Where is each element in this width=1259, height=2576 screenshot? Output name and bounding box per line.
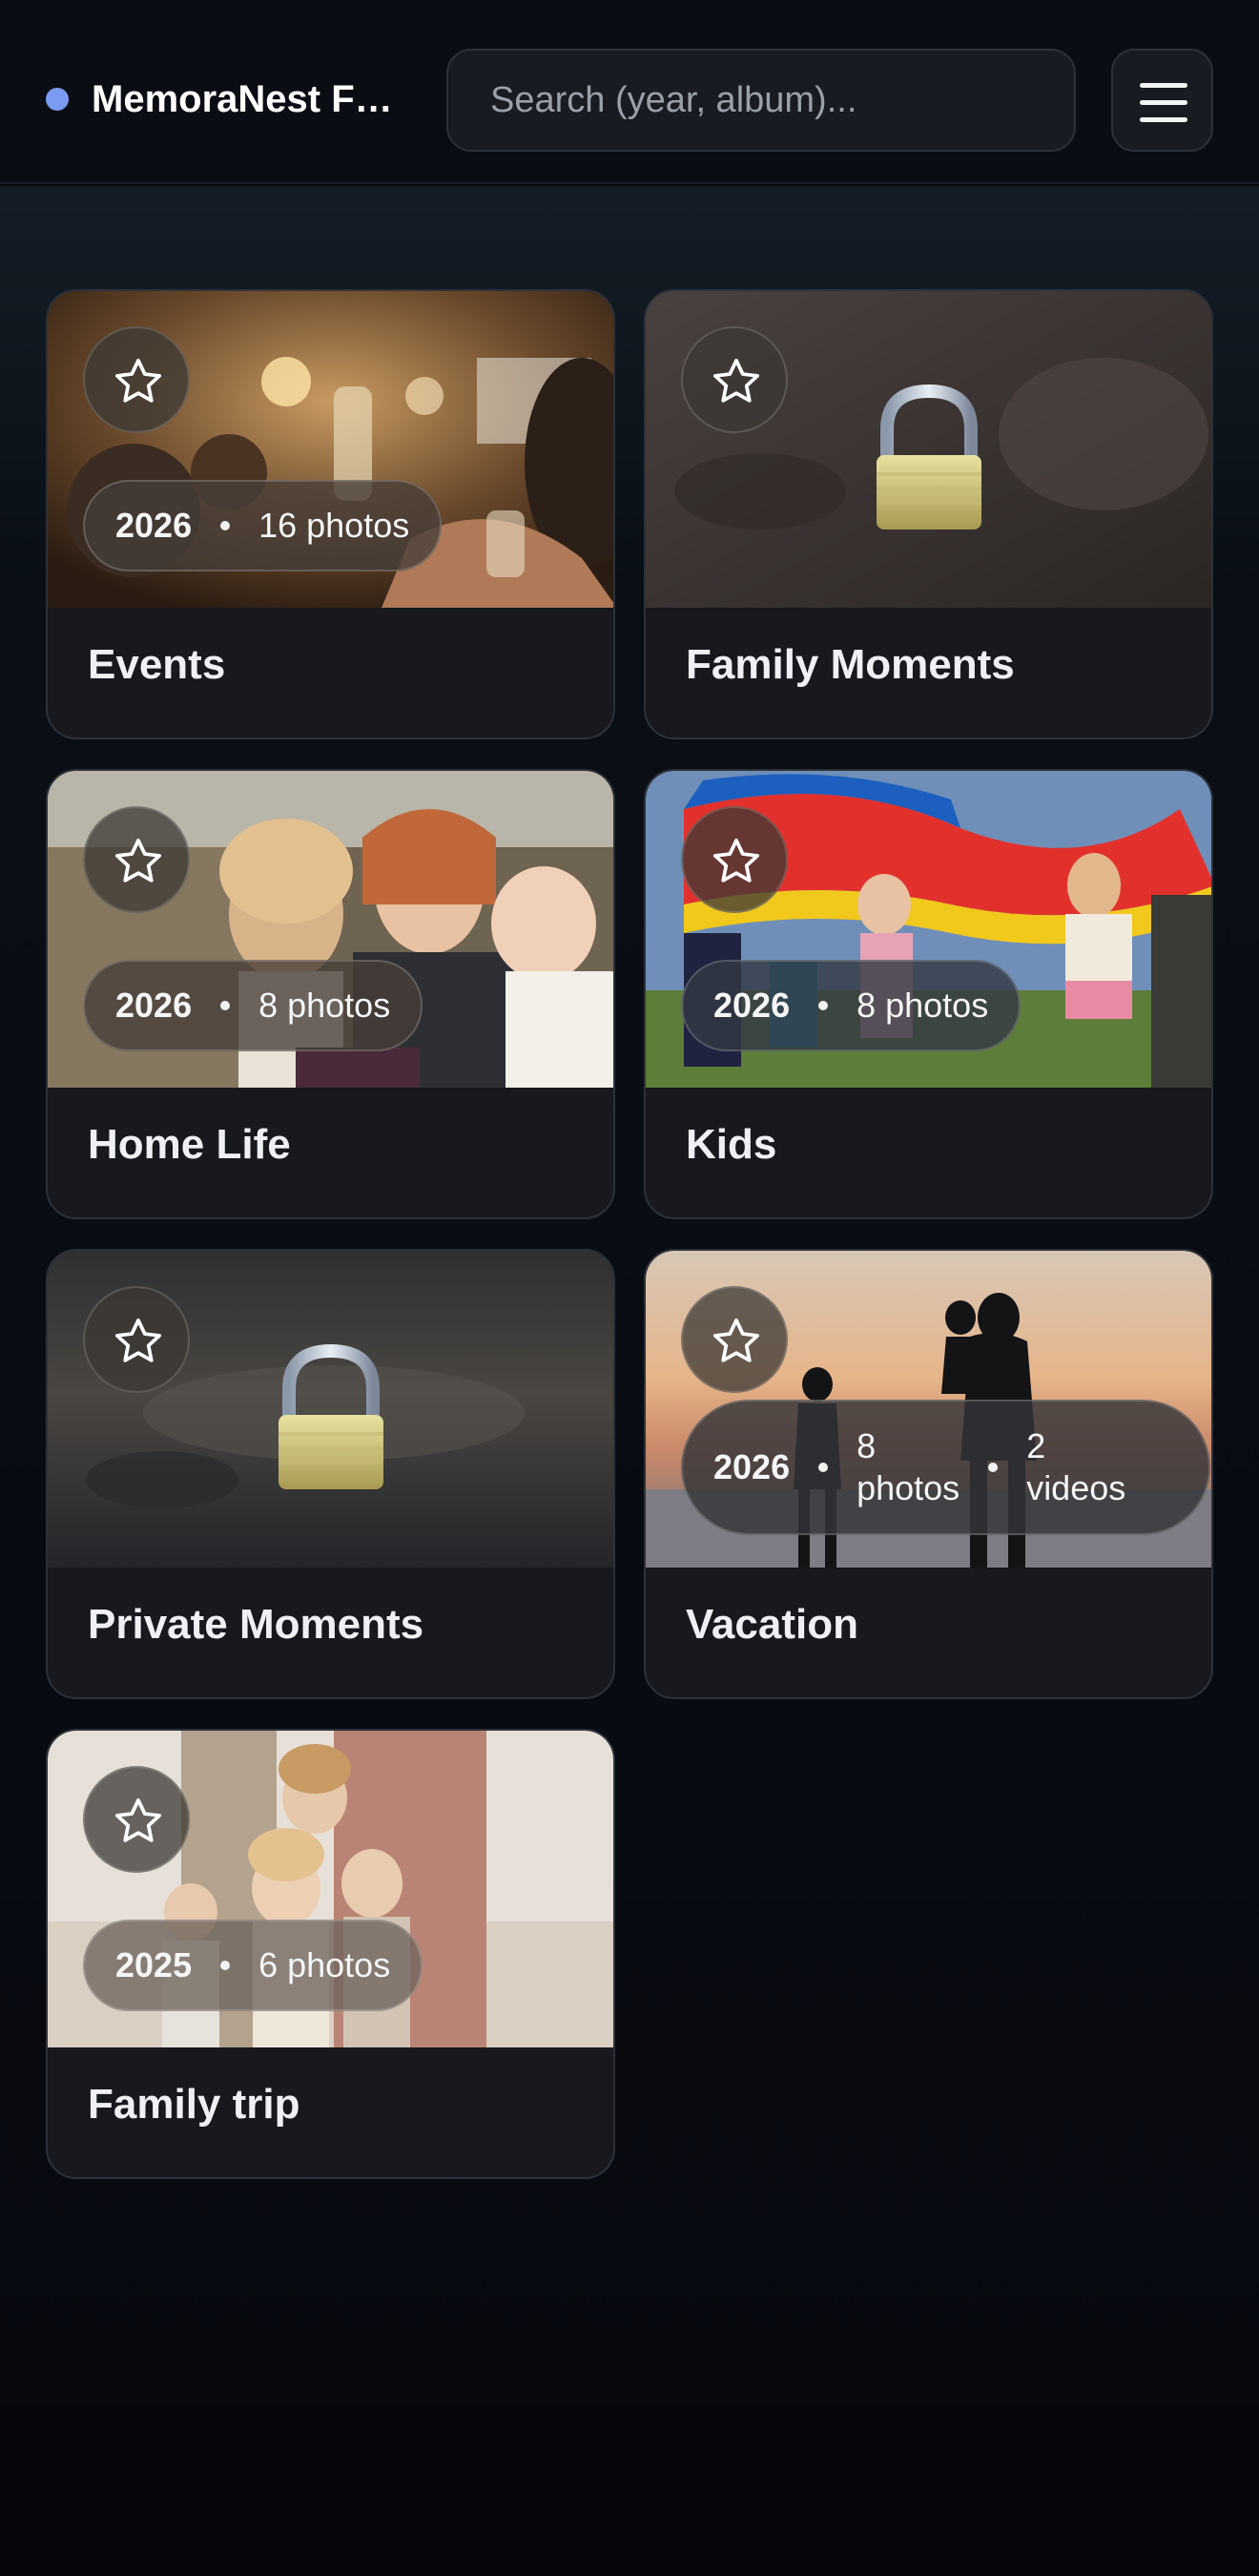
album-title: Events [88, 641, 226, 688]
album-photo-count: 8 photos [258, 986, 391, 1025]
favorite-button[interactable] [83, 806, 190, 913]
album-meta-badge: 2025 6 photos [83, 1920, 423, 2011]
separator-dot [988, 1463, 999, 1472]
album-thumbnail: 2026 8 photos [646, 771, 1211, 1088]
star-icon [712, 1318, 760, 1362]
search-input[interactable] [446, 49, 1076, 152]
album-photo-count: 8 photos [857, 1425, 960, 1509]
album-photo-count: 8 photos [857, 986, 989, 1025]
album-year: 2026 [713, 986, 791, 1025]
album-year: 2026 [713, 1447, 791, 1486]
star-icon [712, 838, 760, 883]
separator-dot [220, 521, 231, 530]
album-title: Home Life [88, 1121, 291, 1168]
star-icon [114, 838, 162, 883]
app-header: MemoraNest Fa... [0, 0, 1259, 184]
album-title: Family Moments [686, 641, 1015, 688]
album-card-private-moments[interactable]: Private Moments [46, 1249, 615, 1699]
album-card-events[interactable]: 2026 16 photos Events [46, 289, 615, 739]
hamburger-menu-icon-line [1140, 117, 1187, 122]
app-title: MemoraNest Fa... [92, 78, 406, 120]
separator-dot [220, 1961, 231, 1970]
album-grid: 2026 16 photos Events Family Moments 202… [0, 186, 1259, 2404]
favorite-button[interactable] [83, 1766, 190, 1873]
favorite-button[interactable] [681, 806, 788, 913]
menu-button[interactable] [1111, 49, 1213, 152]
album-photo-number: 8 [857, 1426, 877, 1465]
album-photo-count: 6 photos [258, 1945, 391, 1984]
brand-dot-icon [46, 88, 69, 111]
favorite-button[interactable] [83, 326, 190, 433]
star-icon [114, 1797, 162, 1842]
star-icon [114, 1318, 162, 1362]
separator-dot [220, 1001, 231, 1010]
album-video-count: 2 videos [1026, 1425, 1125, 1509]
album-year: 2026 [115, 506, 193, 545]
album-card-home-life[interactable]: 2026 8 photos Home Life [46, 769, 615, 1219]
album-thumbnail: 2025 6 photos [48, 1731, 613, 2047]
album-thumbnail: 2026 8 photos 2 videos [646, 1251, 1211, 1568]
album-title: Kids [686, 1121, 777, 1168]
favorite-button[interactable] [681, 326, 788, 433]
album-meta-badge: 2026 8 photos 2 videos [681, 1400, 1210, 1535]
favorite-button[interactable] [83, 1286, 190, 1393]
album-thumbnail: 2026 16 photos [48, 291, 613, 608]
album-title: Vacation [686, 1601, 858, 1648]
album-title: Private Moments [88, 1601, 424, 1648]
album-year: 2026 [115, 986, 193, 1025]
album-photo-count: 16 photos [258, 506, 410, 545]
album-title: Family trip [88, 2081, 300, 2128]
album-card-kids[interactable]: 2026 8 photos Kids [644, 769, 1213, 1219]
album-video-label: videos [1026, 1468, 1126, 1507]
separator-dot [818, 1463, 829, 1472]
album-thumbnail-blurred [48, 1251, 613, 1568]
album-video-number: 2 [1026, 1426, 1046, 1465]
hamburger-menu-icon-line [1140, 100, 1187, 105]
album-card-family-trip[interactable]: 2025 6 photos Family trip [46, 1729, 615, 2179]
album-meta-badge: 2026 8 photos [83, 960, 423, 1051]
album-photo-label: photos [857, 1468, 960, 1507]
favorite-button[interactable] [681, 1286, 788, 1393]
album-thumbnail-blurred [646, 291, 1211, 608]
album-card-family-moments[interactable]: Family Moments [644, 289, 1213, 739]
album-meta-badge: 2026 16 photos [83, 480, 443, 571]
album-year: 2025 [115, 1945, 193, 1984]
hamburger-menu-icon [1140, 83, 1187, 88]
album-thumbnail: 2026 8 photos [48, 771, 613, 1088]
separator-dot [818, 1001, 829, 1010]
star-icon [712, 358, 760, 403]
album-meta-badge: 2026 8 photos [681, 960, 1022, 1051]
album-card-vacation[interactable]: 2026 8 photos 2 videos Vacation [644, 1249, 1213, 1699]
bottom-area [0, 2404, 1259, 2576]
star-icon [114, 358, 162, 403]
